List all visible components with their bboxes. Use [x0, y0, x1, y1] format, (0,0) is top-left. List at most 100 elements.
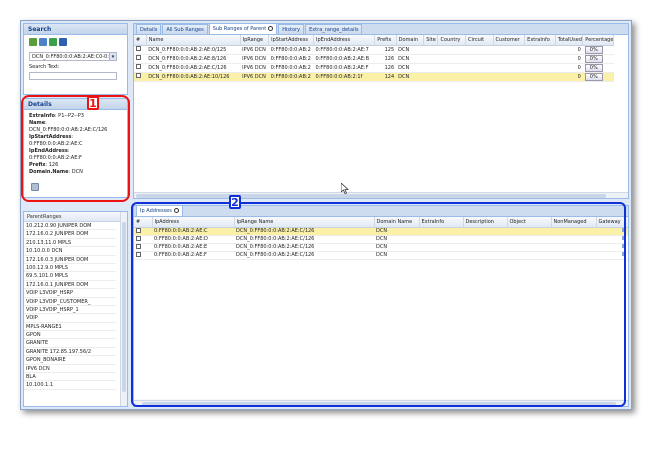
- table-row[interactable]: DCN_0:FF80:0:0:AB:2:AE:10/126 IPV6 DCN 0:F…: [134, 72, 614, 82]
- parent-range-item[interactable]: 10.100.1.1: [24, 381, 116, 390]
- tab-extra-range-details[interactable]: Extra_range_details: [305, 24, 363, 34]
- parent-range-item[interactable]: BLA: [24, 373, 116, 382]
- callout-1-highlight: [21, 95, 130, 202]
- column-header[interactable]: ExtraInfo: [524, 35, 556, 46]
- grid-cell: DCN: [398, 64, 410, 71]
- tab-sub-ranges-of-parent[interactable]: Sub Ranges of Parent: [208, 24, 278, 34]
- column-header[interactable]: #: [134, 35, 147, 46]
- grid-cell: 0:FF80:0:0:AB:2:1f: [315, 73, 363, 80]
- grid-cell: 0:FF80:0:0:AB:2:AE:F: [315, 64, 369, 71]
- range-combo-value: DCN_0:FF80:0:0:AB:2:AE:C0-0:F:: [32, 54, 114, 60]
- grid-cell: IPV6 DCN: [242, 64, 266, 71]
- table-row[interactable]: DCN_0:FF80:0:0:AB:2:AE:8/126 IPV6 DCN 0:FF…: [134, 54, 614, 64]
- percentage-cell: 0%: [584, 63, 603, 71]
- column-header[interactable]: Domain: [396, 35, 425, 46]
- parent-range-item[interactable]: 10.212.0.90 JUNIPER DOM: [24, 222, 116, 231]
- add-icon[interactable]: [29, 38, 37, 46]
- grid-cell: 0:FF80:0:0:AB:2: [270, 55, 311, 62]
- grid-cell: 0:FF80:0:0:AB:2:AE:7: [315, 46, 369, 53]
- grid-cell: DCN_0:FF80:0:0:AB:2:AE:0/125: [148, 46, 227, 53]
- parent-range-item[interactable]: 69.5.101.0 MPLS: [24, 272, 116, 281]
- grid-cell: DCN: [398, 55, 410, 62]
- parent-ranges-scrollbar[interactable]: [120, 212, 127, 406]
- percentage-cell: 0%: [584, 72, 603, 80]
- grid-cell: 125: [384, 46, 395, 53]
- tab-details[interactable]: Details: [136, 24, 162, 34]
- column-header[interactable]: Prefix: [374, 35, 397, 46]
- column-header[interactable]: IpStartAddress: [268, 35, 315, 46]
- table-row[interactable]: DCN_0:FF80:0:0:AB:2:AE:C/126 IPV6 DCN 0:FF…: [134, 63, 614, 73]
- mouse-cursor-icon: [341, 183, 349, 194]
- row-icon: [136, 55, 141, 60]
- grid-cell: 0: [577, 46, 581, 53]
- row-icon: [136, 64, 141, 69]
- callout-2-highlight: [131, 202, 626, 407]
- grid-cell: DCN: [398, 73, 410, 80]
- parent-range-item[interactable]: VOIP L3VOIP_CUSTOMER_: [24, 298, 116, 306]
- column-header[interactable]: TotalUsed: [555, 35, 584, 46]
- search-text-label: Search Text:: [29, 64, 60, 70]
- percentage-cell: 0%: [584, 45, 603, 53]
- parent-range-item[interactable]: MPLS-RANGE1: [24, 323, 116, 332]
- parent-range-item[interactable]: GPON_BONAIRE: [24, 356, 116, 365]
- row-icon: [136, 73, 141, 78]
- tab-all-sub-ranges[interactable]: All Sub Ranges: [162, 24, 208, 34]
- grid-cell: IPV6 DCN: [242, 46, 266, 53]
- grid-cell: DCN_0:FF80:0:0:AB:2:AE:10/126: [148, 73, 230, 80]
- grid-cell: IPV6 DCN: [242, 55, 266, 62]
- range-combo[interactable]: DCN_0:FF80:0:0:AB:2:AE:C0-0:F: ▾: [29, 52, 117, 61]
- parent-ranges-list: 10.212.0.90 JUNIPER DOM 172.16.0.2 JUNIPE…: [24, 222, 127, 390]
- top-tab-bar: Details All Sub Ranges Sub Ranges of Paren…: [134, 24, 628, 35]
- parent-range-item[interactable]: GPON: [24, 331, 116, 340]
- refresh-icon[interactable]: [49, 38, 57, 46]
- parent-range-item[interactable]: VOIP L3VOIP_HSRP_1: [24, 306, 116, 315]
- refresh-icon[interactable]: [268, 26, 274, 31]
- parent-range-item[interactable]: 172.16.0.1 JUNIPER DOM: [24, 281, 116, 290]
- grid-cell: 0:FF80:0:0:AB:2: [270, 46, 311, 53]
- grid-cell: 124: [384, 73, 395, 80]
- table-row[interactable]: DCN_0:FF80:0:0:AB:2:AE:0/125 IPV6 DCN 0:FF…: [134, 45, 614, 55]
- parent-ranges-panel: ParentRanges 10.212.0.90 JUNIPER DOM 172.…: [23, 211, 128, 407]
- callout-1-label: 1: [87, 96, 99, 110]
- search-panel: Search DCN_0:FF80:0:0:AB:2:AE:C0-0:F: ▾ …: [23, 23, 128, 95]
- column-header[interactable]: Name: [146, 35, 241, 46]
- grid-cell: 0:FF80:0:0:AB:2: [270, 64, 311, 71]
- grid-cell: DCN_0:FF80:0:0:AB:2:AE:8/126: [148, 55, 227, 62]
- parent-range-item[interactable]: 172.16.0.3 JUNIPER DOM: [24, 256, 116, 264]
- chevron-down-icon[interactable]: ▾: [109, 53, 116, 60]
- column-header[interactable]: Site: [423, 35, 439, 46]
- grid-cell: IPV6 DCN: [242, 73, 266, 80]
- sub-ranges-grid: # Name IpRange IpStartAddress IpEndAddress Pr…: [134, 35, 614, 82]
- parent-range-item[interactable]: 100.12.9.0 MPLS: [24, 264, 116, 273]
- sub-ranges-hscroll[interactable]: [134, 192, 628, 198]
- settings-icon[interactable]: [39, 38, 47, 46]
- grid-cell: 0: [577, 64, 581, 71]
- parent-ranges-header: ParentRanges: [24, 212, 127, 222]
- search-input[interactable]: [29, 72, 117, 80]
- parent-range-item[interactable]: GRANITE 172.85.197.56/2: [24, 348, 116, 357]
- column-header[interactable]: Circuit: [465, 35, 494, 46]
- parent-range-item[interactable]: IPV6 DCN: [24, 365, 116, 374]
- tab-history[interactable]: History: [278, 24, 305, 34]
- column-header[interactable]: IpRange: [240, 35, 270, 46]
- sub-ranges-panel: Details All Sub Ranges Sub Ranges of Paren…: [133, 23, 629, 199]
- grid-cell: DCN_0:FF80:0:0:AB:2:AE:C/126: [148, 64, 227, 71]
- column-header[interactable]: Country: [437, 35, 466, 46]
- parent-range-item[interactable]: 172.16.0.2 JUNIPER DOM: [24, 230, 116, 239]
- grid-cell: 0:FF80:0:0:AB:2: [270, 73, 311, 80]
- grid-cell: DCN: [398, 46, 410, 53]
- column-header[interactable]: IpEndAddress: [313, 35, 376, 46]
- users-icon[interactable]: [59, 38, 67, 46]
- column-header[interactable]: Customer: [493, 35, 526, 46]
- percentage-cell: 0%: [584, 54, 603, 62]
- parent-range-item[interactable]: GRANITE: [24, 339, 116, 348]
- column-header[interactable]: Percentage: [582, 35, 614, 46]
- parent-range-item[interactable]: 210.13.11.0 MPLS: [24, 239, 116, 248]
- parent-range-item[interactable]: 10.10.0.0 DCN: [24, 247, 116, 256]
- grid-cell: 0: [577, 55, 581, 62]
- row-icon: [136, 46, 141, 51]
- parent-range-item[interactable]: VOIP L3VOIP_HSRP: [24, 289, 116, 298]
- search-toolbar: [24, 35, 127, 49]
- parent-range-item[interactable]: VOIP: [24, 314, 116, 323]
- grid-cell: 0:FF80:0:0:AB:2:AE:B: [315, 55, 370, 62]
